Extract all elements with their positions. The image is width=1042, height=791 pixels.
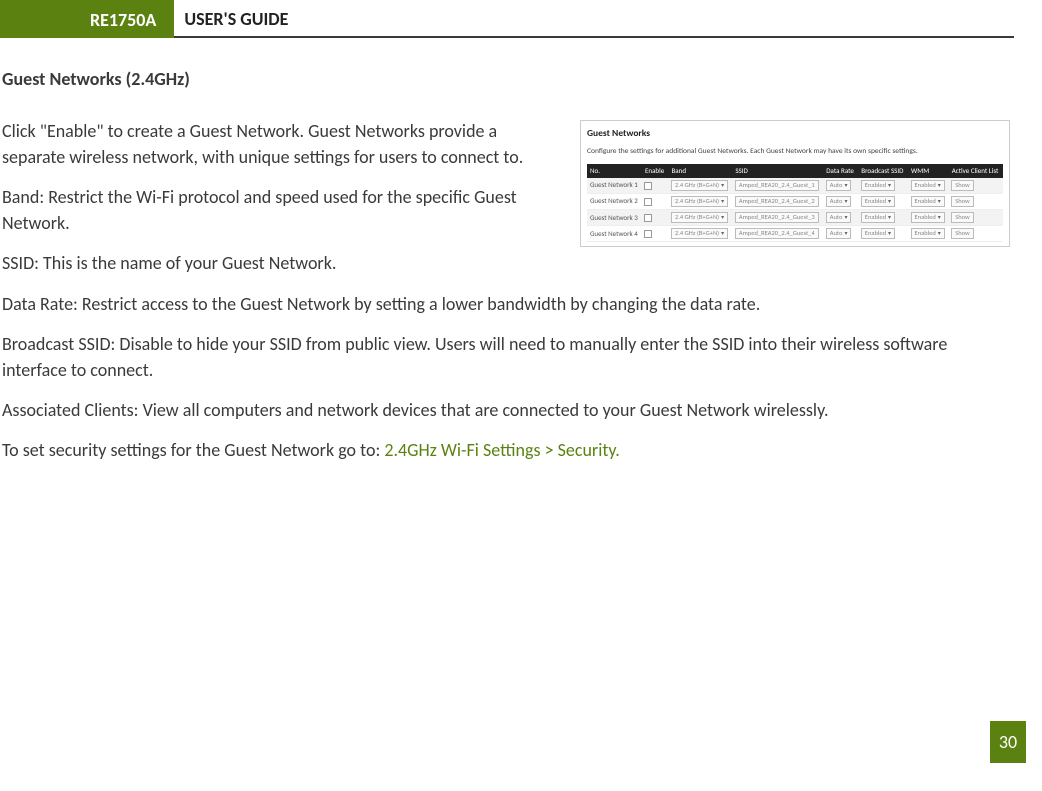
ssid-input[interactable]: Amped_REA20_2.4_Guest_4 [735,228,819,239]
body-wrap: Guest Networks Configure the settings fo… [2,118,1014,477]
page-number-badge: 30 [990,721,1026,763]
cell-rate: Auto [823,193,858,209]
wmm-select[interactable]: Enabled [911,180,945,191]
guest-networks-screenshot: Guest Networks Configure the settings fo… [580,120,1010,247]
cell-rate: Auto [823,178,858,194]
cell-ssid: Amped_REA20_2.4_Guest_2 [732,193,823,209]
cell-rate: Auto [823,210,858,226]
col-no: No. [587,164,641,178]
col-band: Band [668,164,732,178]
rate-select[interactable]: Auto [826,212,852,223]
col-enable: Enable [641,164,668,178]
band-select[interactable]: 2.4 GHz (B+G+N) [671,196,728,207]
cell-bcast: Enabled [858,210,908,226]
cell-wmm: Enabled [908,193,949,209]
checkbox-icon[interactable] [644,198,652,206]
rate-select[interactable]: Auto [826,228,852,239]
paragraph-ssid: SSID: This is the name of your Guest Net… [2,250,1014,276]
cell-bcast: Enabled [858,178,908,194]
wmm-select[interactable]: Enabled [911,196,945,207]
cell-wmm: Enabled [908,210,949,226]
bcast-select[interactable]: Enabled [861,212,895,223]
guest-networks-rows: Guest Network 1 2.4 GHz (B+G+N) Amped_RE… [587,178,1003,242]
show-button[interactable]: Show [951,180,973,191]
cell-show: Show [948,226,1002,242]
cell-enable [641,178,668,194]
section-heading: Guest Networks (2.4GHz) [2,66,1014,92]
rate-select[interactable]: Auto [826,196,852,207]
page-header: RE1750A USER'S GUIDE [0,0,1042,38]
cell-ssid: Amped_REA20_2.4_Guest_1 [732,178,823,194]
security-prefix: To set security settings for the Guest N… [2,439,384,461]
cell-band: 2.4 GHz (B+G+N) [668,226,732,242]
cell-wmm: Enabled [908,226,949,242]
ssid-input[interactable]: Amped_REA20_2.4_Guest_2 [735,196,819,207]
guest-networks-table: No. Enable Band SSID Data Rate Broadcast… [587,164,1003,243]
table-row: Guest Network 3 2.4 GHz (B+G+N) Amped_RE… [587,210,1003,226]
screenshot-desc: Configure the settings for additional Gu… [587,147,1003,158]
bcast-select[interactable]: Enabled [861,196,895,207]
col-datarate: Data Rate [823,164,858,178]
screenshot-title: Guest Networks [587,127,1003,141]
bcast-select[interactable]: Enabled [861,180,895,191]
rate-select[interactable]: Auto [826,180,852,191]
col-wmm: WMM [908,164,949,178]
doc-title: USER'S GUIDE [174,0,1014,38]
paragraph-security: To set security settings for the Guest N… [2,437,1014,463]
band-select[interactable]: 2.4 GHz (B+G+N) [671,180,728,191]
cell-band: 2.4 GHz (B+G+N) [668,178,732,194]
band-select[interactable]: 2.4 GHz (B+G+N) [671,212,728,223]
cell-no: Guest Network 1 [587,178,641,194]
col-clientlist: Active Client List [948,164,1002,178]
table-row: Guest Network 2 2.4 GHz (B+G+N) Amped_RE… [587,193,1003,209]
cell-no: Guest Network 3 [587,210,641,226]
page-content: Guest Networks (2.4GHz) Guest Networks C… [0,38,1042,477]
cell-no: Guest Network 2 [587,193,641,209]
cell-band: 2.4 GHz (B+G+N) [668,210,732,226]
table-row: Guest Network 1 2.4 GHz (B+G+N) Amped_RE… [587,178,1003,194]
show-button[interactable]: Show [951,212,973,223]
paragraph-broadcast: Broadcast SSID: Disable to hide your SSI… [2,331,1014,383]
cell-enable [641,226,668,242]
wmm-select[interactable]: Enabled [911,228,945,239]
cell-enable [641,193,668,209]
product-model-badge: RE1750A [0,0,174,38]
band-select[interactable]: 2.4 GHz (B+G+N) [671,228,728,239]
paragraph-clients: Associated Clients: View all computers a… [2,397,1014,423]
security-link[interactable]: 2.4GHz Wi-Fi Settings > Security. [384,439,620,461]
col-ssid: SSID [732,164,823,178]
ssid-input[interactable]: Amped_REA20_2.4_Guest_3 [735,212,819,223]
cell-band: 2.4 GHz (B+G+N) [668,193,732,209]
ssid-input[interactable]: Amped_REA20_2.4_Guest_1 [735,180,819,191]
cell-show: Show [948,178,1002,194]
paragraph-datarate: Data Rate: Restrict access to the Guest … [2,291,1014,317]
cell-enable [641,210,668,226]
cell-bcast: Enabled [858,193,908,209]
cell-ssid: Amped_REA20_2.4_Guest_3 [732,210,823,226]
checkbox-icon[interactable] [644,214,652,222]
show-button[interactable]: Show [951,228,973,239]
cell-bcast: Enabled [858,226,908,242]
cell-show: Show [948,210,1002,226]
col-broadcast: Broadcast SSID [858,164,908,178]
cell-show: Show [948,193,1002,209]
cell-ssid: Amped_REA20_2.4_Guest_4 [732,226,823,242]
cell-wmm: Enabled [908,178,949,194]
cell-rate: Auto [823,226,858,242]
wmm-select[interactable]: Enabled [911,212,945,223]
checkbox-icon[interactable] [644,182,652,190]
cell-no: Guest Network 4 [587,226,641,242]
checkbox-icon[interactable] [644,230,652,238]
bcast-select[interactable]: Enabled [861,228,895,239]
table-row: Guest Network 4 2.4 GHz (B+G+N) Amped_RE… [587,226,1003,242]
show-button[interactable]: Show [951,196,973,207]
